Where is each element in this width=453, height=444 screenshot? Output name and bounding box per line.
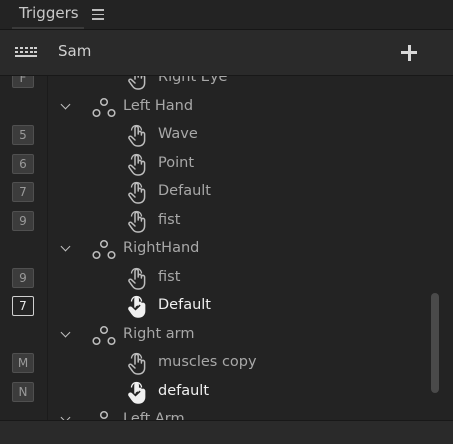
panel-title-tab[interactable]: Triggers [19,4,79,22]
group-label: RightHand [123,240,200,256]
trigger-row[interactable]: 9 fist [0,265,453,294]
trigger-key-badge[interactable]: 5 [12,125,34,145]
trigger-row[interactable]: 7 Default [0,179,453,208]
trigger-label: Wave [158,126,198,142]
trigger-list: F Right Eye Left Hand 5 Wave 6 Point 7 Default 9 f… [0,76,453,420]
chevron-down-icon[interactable] [61,101,70,110]
group-label: Left Hand [123,97,194,114]
hand-pointer-icon [127,181,149,204]
trigger-row[interactable]: Ndefault [0,379,453,408]
trigger-row[interactable]: 5 Wave [0,122,453,151]
trigger-key-badge[interactable]: 7 [12,296,34,316]
group-row[interactable]: RightHand [0,236,453,265]
trigger-row[interactable]: 6 Point [0,151,453,180]
group-label: Left Arm [123,411,185,420]
puppet-header: Sam [0,30,453,76]
trigger-row[interactable]: F Right Eye [0,76,453,94]
hand-pointer-icon [127,124,149,147]
trigger-key-badge[interactable]: 6 [12,153,34,174]
trigger-label: Default [158,183,211,199]
trigger-key-badge[interactable]: 9 [12,210,34,231]
hamburger-menu-icon[interactable] [92,9,104,20]
group-label: Right arm [123,325,195,342]
trigger-key-badge[interactable]: N [12,381,34,402]
scrollbar-thumb[interactable] [431,293,439,393]
trigger-label: Right Eye [158,76,228,85]
hand-pointer-icon [127,153,149,176]
trigger-label: muscles copy [158,354,257,370]
trigger-label: default [158,382,210,399]
hand-pointer-icon [127,76,149,90]
group-row[interactable]: Right arm [0,322,453,351]
puppet-name: Sam [58,42,92,60]
trigger-label: Point [158,154,195,171]
keyboard-icon[interactable] [15,47,37,59]
trigger-key-badge[interactable]: 9 [12,267,34,288]
chevron-down-icon[interactable] [61,329,70,338]
hand-pointer-icon [127,295,149,318]
group-row[interactable]: Left Hand [0,94,453,123]
group-nodes-icon [91,239,117,261]
chevron-down-icon[interactable] [61,243,70,252]
trigger-label: fist [158,211,181,228]
hand-pointer-icon [127,352,149,375]
panel-tabbar: Triggers [0,0,453,30]
add-trigger-button[interactable] [398,42,420,64]
trigger-key-badge[interactable]: F [12,76,34,88]
trigger-label: fist [158,268,181,285]
active-tab-indicator [12,27,84,29]
hand-pointer-icon [127,210,149,233]
group-row[interactable]: Left Arm [0,407,453,420]
trigger-row[interactable]: 7 Default [0,293,453,322]
hand-pointer-icon [127,267,149,290]
group-nodes-icon [91,97,117,119]
group-nodes-icon [91,410,117,420]
trigger-key-badge[interactable]: M [12,353,34,373]
group-nodes-icon [91,325,117,347]
panel-footer [0,420,453,444]
trigger-row[interactable]: Mmuscles copy [0,350,453,379]
hand-pointer-icon [127,381,149,404]
trigger-label: Default [158,297,211,313]
trigger-row[interactable]: 9 fist [0,208,453,237]
trigger-key-badge[interactable]: 7 [12,182,34,202]
